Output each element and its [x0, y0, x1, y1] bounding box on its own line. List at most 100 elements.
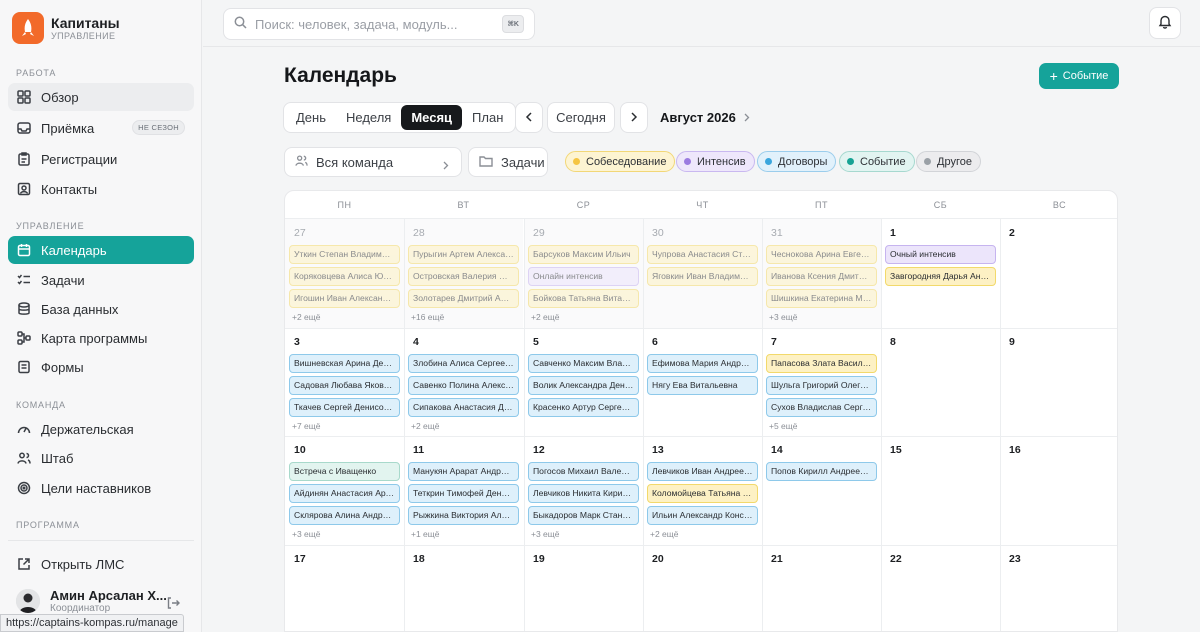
day-cell[interactable]: 1 Очный интенсив Завгородняя Дарья Андреев…	[881, 219, 1000, 328]
more-events-link[interactable]: +5 ещё	[769, 421, 798, 431]
event-pill[interactable]: Шишкина Екатерина Максимовна	[766, 289, 877, 308]
day-cell[interactable]: 16	[1000, 436, 1117, 545]
day-cell[interactable]: 31 Чеснокова Арина Евгеньевна Иванова Ксен…	[762, 219, 881, 328]
event-pill[interactable]: Онлайн интенсив	[528, 267, 639, 286]
notifications-button[interactable]	[1149, 7, 1181, 39]
more-events-link[interactable]: +2 ещё	[411, 421, 440, 431]
tasks-filter[interactable]: Задачи	[468, 147, 548, 177]
day-cell[interactable]: 29 Барсуков Максим Ильич Онлайн интенсив Бо…	[524, 219, 643, 328]
event-pill[interactable]: Завгородняя Дарья Андреевна	[885, 267, 996, 286]
more-events-link[interactable]: +1 ещё	[411, 529, 440, 539]
event-pill[interactable]: Погосов Михаил Валерьевич	[528, 462, 639, 481]
sidebar-item-holding[interactable]: Держательская	[8, 415, 194, 443]
day-cell[interactable]: 23	[1000, 545, 1117, 631]
search-input[interactable]: Поиск: человек, задача, модуль... ⌘K	[223, 8, 535, 40]
day-cell[interactable]: 5 Савченко Максим Владимирович Волик Алекс…	[524, 328, 643, 437]
day-cell[interactable]: 3 Вишневская Арина Денисовна Садовая Любав…	[285, 328, 404, 437]
chip-interview[interactable]: Собеседование	[565, 151, 676, 172]
day-cell[interactable]: 27 Уткин Степан Владимирович Коряковцева А…	[285, 219, 404, 328]
more-events-link[interactable]: +7 ещё	[292, 421, 321, 431]
chip-event[interactable]: Событие	[839, 151, 915, 172]
day-cell[interactable]: 9	[1000, 328, 1117, 437]
more-events-link[interactable]: +2 ещё	[292, 312, 321, 322]
view-month-tab[interactable]: Месяц	[401, 105, 463, 130]
day-cell[interactable]: 4 Злобина Алиса Сергеевна Савенко Полина А…	[404, 328, 523, 437]
event-pill[interactable]: Сухов Владислав Сергеевич	[766, 398, 877, 417]
day-cell[interactable]: 15	[881, 436, 1000, 545]
sidebar-item-tasks[interactable]: Задачи	[8, 266, 194, 294]
day-cell[interactable]: 20	[643, 545, 762, 631]
event-pill[interactable]: Садовая Любава Яковлевна	[289, 376, 400, 395]
event-pill[interactable]: Волик Александра Денисовна	[528, 376, 639, 395]
event-pill[interactable]: Очный интенсив	[885, 245, 996, 264]
chip-intensive[interactable]: Интенсив	[676, 151, 755, 172]
more-events-link[interactable]: +3 ещё	[769, 312, 798, 322]
event-pill[interactable]: Красенко Артур Сергеевич	[528, 398, 639, 417]
event-pill[interactable]: Савенко Полина Алексеевна	[408, 376, 519, 395]
day-cell[interactable]: 19	[524, 545, 643, 631]
event-pill[interactable]: Ильин Александр Константинович	[647, 506, 758, 525]
day-cell[interactable]: 12 Погосов Михаил Валерьевич Левчиков Ники…	[524, 436, 643, 545]
day-cell[interactable]: 10 Встреча с Иващенко Айдинян Анастасия Ар…	[285, 436, 404, 545]
more-events-link[interactable]: +3 ещё	[531, 529, 560, 539]
user-profile[interactable]: Амин Арсалан Х... Координатор	[16, 588, 186, 614]
sidebar-item-contacts[interactable]: Контакты	[8, 175, 194, 203]
event-pill[interactable]: Склярова Алина Андреевна	[289, 506, 400, 525]
event-pill[interactable]: Сипакова Анастасия Дмитриевна	[408, 398, 519, 417]
sidebar-item-mentor-goals[interactable]: Цели наставников	[8, 474, 194, 502]
more-events-link[interactable]: +2 ещё	[531, 312, 560, 322]
day-cell[interactable]: 8	[881, 328, 1000, 437]
day-cell[interactable]: 7 Папасова Злата Васильевна Шульга Григори…	[762, 328, 881, 437]
sidebar-item-program-map[interactable]: Карта программы	[8, 324, 194, 352]
event-pill[interactable]: Быкадоров Марк Станиславович	[528, 506, 639, 525]
chip-other[interactable]: Другое	[916, 151, 981, 172]
team-filter[interactable]: Вся команда	[284, 147, 462, 177]
day-cell[interactable]: 14 Попов Кирилл Андреевич	[762, 436, 881, 545]
event-pill[interactable]: Ткачев Сергей Денисович	[289, 398, 400, 417]
event-pill[interactable]: Чупрова Анастасия Степановна	[647, 245, 758, 264]
day-cell[interactable]: 28 Пурыгин Артем Александрович Островская …	[404, 219, 523, 328]
event-pill[interactable]: Левчиков Никита Кириллович	[528, 484, 639, 503]
event-pill[interactable]: Пурыгин Артем Александрович	[408, 245, 519, 264]
next-month-button[interactable]	[620, 102, 648, 133]
view-week-tab[interactable]: Неделя	[336, 105, 401, 130]
day-cell[interactable]: 18	[404, 545, 523, 631]
day-cell[interactable]: 13 Левчиков Иван Андреевич Коломойцева Тат…	[643, 436, 762, 545]
event-pill[interactable]: Коломойцева Татьяна Евгеньевна	[647, 484, 758, 503]
sidebar-item-calendar[interactable]: Календарь	[8, 236, 194, 264]
sidebar-item-registrations[interactable]: Регистрации	[8, 145, 194, 173]
event-pill[interactable]: Игошин Иван Александрович	[289, 289, 400, 308]
event-pill[interactable]: Папасова Злата Васильевна	[766, 354, 877, 373]
month-picker[interactable]: Август 2026	[660, 110, 750, 125]
event-pill[interactable]: Рыжкина Виктория Алексеевна	[408, 506, 519, 525]
more-events-link[interactable]: +2 ещё	[650, 529, 679, 539]
event-pill[interactable]: Бойкова Татьяна Витальевна	[528, 289, 639, 308]
day-cell[interactable]: 6 Ефимова Мария Андреевна Нягу Ева Виталье…	[643, 328, 762, 437]
logout-icon[interactable]	[166, 596, 180, 613]
sidebar-item-staff[interactable]: Штаб	[8, 444, 194, 472]
view-plan-tab[interactable]: План	[462, 105, 513, 130]
sidebar-item-forms[interactable]: Формы	[8, 353, 194, 381]
event-pill[interactable]: Коряковцева Алиса Юрьевна	[289, 267, 400, 286]
event-pill[interactable]: Савченко Максим Владимирович	[528, 354, 639, 373]
brand[interactable]: Капитаны УПРАВЛЕНИЕ	[12, 12, 120, 44]
event-pill[interactable]: Встреча с Иващенко	[289, 462, 400, 481]
sidebar-item-intake[interactable]: Приёмка НЕ СЕЗОН	[8, 114, 194, 142]
chip-contracts[interactable]: Договоры	[757, 151, 837, 172]
day-cell[interactable]: 17	[285, 545, 404, 631]
prev-month-button[interactable]	[515, 102, 543, 133]
event-pill[interactable]: Манукян Арарат Андраникович	[408, 462, 519, 481]
event-pill[interactable]: Яговкин Иван Владимирович	[647, 267, 758, 286]
event-pill[interactable]: Теткрин Тимофей Денисович	[408, 484, 519, 503]
event-pill[interactable]: Айдинян Анастасия Артуровна	[289, 484, 400, 503]
day-cell[interactable]: 11 Манукян Арарат Андраникович Теткрин Тим…	[404, 436, 523, 545]
today-button[interactable]: Сегодня	[547, 102, 615, 133]
sidebar-item-database[interactable]: База данных	[8, 295, 194, 323]
new-event-button[interactable]: + Событие	[1039, 63, 1119, 89]
day-cell[interactable]: 2	[1000, 219, 1117, 328]
event-pill[interactable]: Шульга Григорий Олегович	[766, 376, 877, 395]
event-pill[interactable]: Ефимова Мария Андреевна	[647, 354, 758, 373]
event-pill[interactable]: Островская Валерия Михайловна	[408, 267, 519, 286]
event-pill[interactable]: Уткин Степан Владимирович	[289, 245, 400, 264]
more-events-link[interactable]: +3 ещё	[292, 529, 321, 539]
